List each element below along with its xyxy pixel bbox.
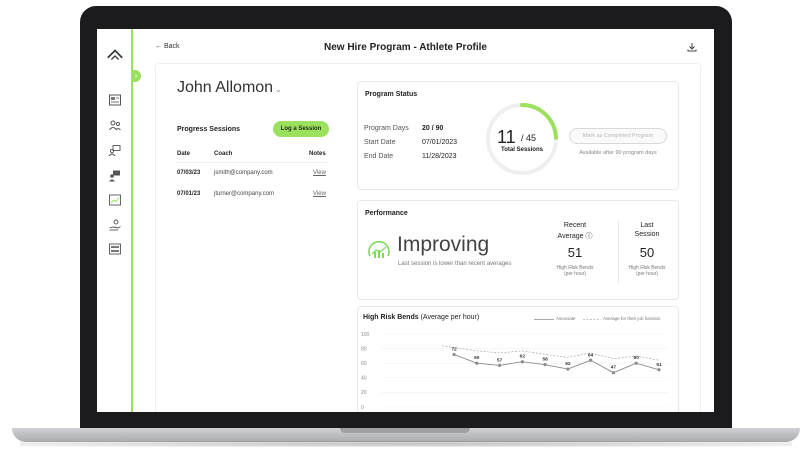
trend-chart-icon xyxy=(368,240,390,258)
team-icon[interactable] xyxy=(108,169,122,183)
table-divider xyxy=(177,162,327,163)
app-screen: › ← Back New Hire Program - Athlete Prof… xyxy=(97,29,714,412)
recent-average-label-2[interactable]: Average ⓘ xyxy=(547,231,603,241)
laptop-notch xyxy=(340,428,470,433)
users-icon[interactable] xyxy=(108,119,122,133)
legend-average: Average for their job function xyxy=(603,316,661,321)
session-view-link[interactable]: View xyxy=(313,191,326,197)
data-label: 62 xyxy=(520,354,526,360)
id-card-icon[interactable] xyxy=(108,93,122,107)
y-tick-label: 80 xyxy=(361,346,367,352)
column-header-notes: Notes xyxy=(309,151,326,157)
end-date-label: End Date xyxy=(364,153,394,160)
laptop-shadow xyxy=(20,441,792,447)
data-point xyxy=(497,363,502,367)
data-point xyxy=(475,361,479,365)
program-days-value: 20 / 90 xyxy=(422,125,444,132)
performance-subtitle: Last session is lower than recent averag… xyxy=(398,261,512,267)
recent-average-unit-2: (per hour) xyxy=(564,271,586,277)
settings-panel-icon[interactable] xyxy=(108,242,122,256)
sessions-total-value: / 45 xyxy=(521,133,537,143)
session-view-link[interactable]: View xyxy=(313,170,326,176)
chart-title-bold: High Risk Bends xyxy=(363,314,419,321)
progress-sessions-title: Progress Sessions xyxy=(177,126,241,133)
data-label: 72 xyxy=(451,346,457,352)
chevron-down-icon[interactable]: ⌄ xyxy=(275,85,282,94)
program-days-label: Program Days xyxy=(364,125,409,132)
session-date: 07/01/23 xyxy=(177,191,201,197)
data-point xyxy=(634,361,638,365)
data-point xyxy=(589,358,593,362)
last-session-value: 50 xyxy=(639,245,655,260)
data-point xyxy=(611,371,616,375)
data-label: 64 xyxy=(588,352,594,358)
series-line-associate xyxy=(453,354,660,374)
column-header-date: Date xyxy=(177,151,191,157)
data-point xyxy=(566,367,570,371)
end-date-value: 11/28/2023 xyxy=(422,153,457,160)
performance-status: Improving xyxy=(397,233,490,256)
legend-average-swatch xyxy=(583,319,601,320)
chart-report-icon[interactable] xyxy=(108,193,122,207)
data-label: 57 xyxy=(497,357,503,363)
y-tick-label: 0 xyxy=(361,405,364,411)
legend-associate-swatch xyxy=(534,319,554,320)
start-date-label: Start Date xyxy=(364,139,396,146)
sidebar-collapse-button[interactable]: › xyxy=(131,70,141,82)
log-session-button[interactable]: Log a Session xyxy=(273,121,329,137)
data-point xyxy=(452,352,456,357)
last-session-label-2: Session xyxy=(634,231,660,238)
last-session-label: Last xyxy=(640,222,654,229)
session-coach: jturner@company.com xyxy=(214,191,274,197)
athlete-name[interactable]: John Allomon xyxy=(177,79,273,97)
page-title: New Hire Program - Athlete Profile xyxy=(324,42,487,53)
y-tick-label: 40 xyxy=(361,376,367,382)
sessions-completed-value: 11 xyxy=(497,127,516,147)
start-date-value: 07/01/2023 xyxy=(422,139,458,146)
sidebar xyxy=(97,29,133,412)
data-label: 47 xyxy=(611,365,617,371)
total-sessions-label: Total Sessions xyxy=(501,147,543,153)
completion-note: Available after 90 program days xyxy=(579,150,657,156)
y-tick-label: 60 xyxy=(361,361,367,367)
hand-coin-icon[interactable] xyxy=(108,218,122,232)
data-point xyxy=(543,363,547,367)
performance-title: Performance xyxy=(365,210,408,217)
data-label: 60 xyxy=(474,355,480,361)
column-header-coach: Coach xyxy=(214,151,233,157)
last-session-unit-2: (per hour) xyxy=(636,271,658,277)
legend-associate: Associate xyxy=(556,316,576,321)
session-date: 07/03/23 xyxy=(177,170,201,176)
data-label: 58 xyxy=(542,357,548,363)
y-tick-label: 20 xyxy=(361,390,367,396)
chart-title: High Risk Bends (Average per hour) xyxy=(363,314,479,321)
program-status-title: Program Status xyxy=(365,91,418,98)
data-label: 51 xyxy=(656,362,662,368)
high-risk-bends-chart: 100 80 60 40 20 0 72 60 57 62 58 52 64 47 60 51 xyxy=(361,332,669,411)
mark-completed-button[interactable]: Mark as Completed Program xyxy=(569,128,667,144)
recent-average-label: Recent xyxy=(563,222,587,229)
download-icon[interactable] xyxy=(687,42,697,52)
data-label: 52 xyxy=(565,361,571,367)
data-point xyxy=(520,360,524,364)
data-label: 60 xyxy=(634,355,640,361)
group-icon[interactable] xyxy=(108,144,122,158)
recent-average-value: 51 xyxy=(567,245,583,260)
session-coach: jsmith@company.com xyxy=(214,170,273,176)
y-tick-label: 100 xyxy=(361,332,370,338)
data-point xyxy=(657,368,661,372)
chart-title-rest: (Average per hour) xyxy=(418,314,480,321)
